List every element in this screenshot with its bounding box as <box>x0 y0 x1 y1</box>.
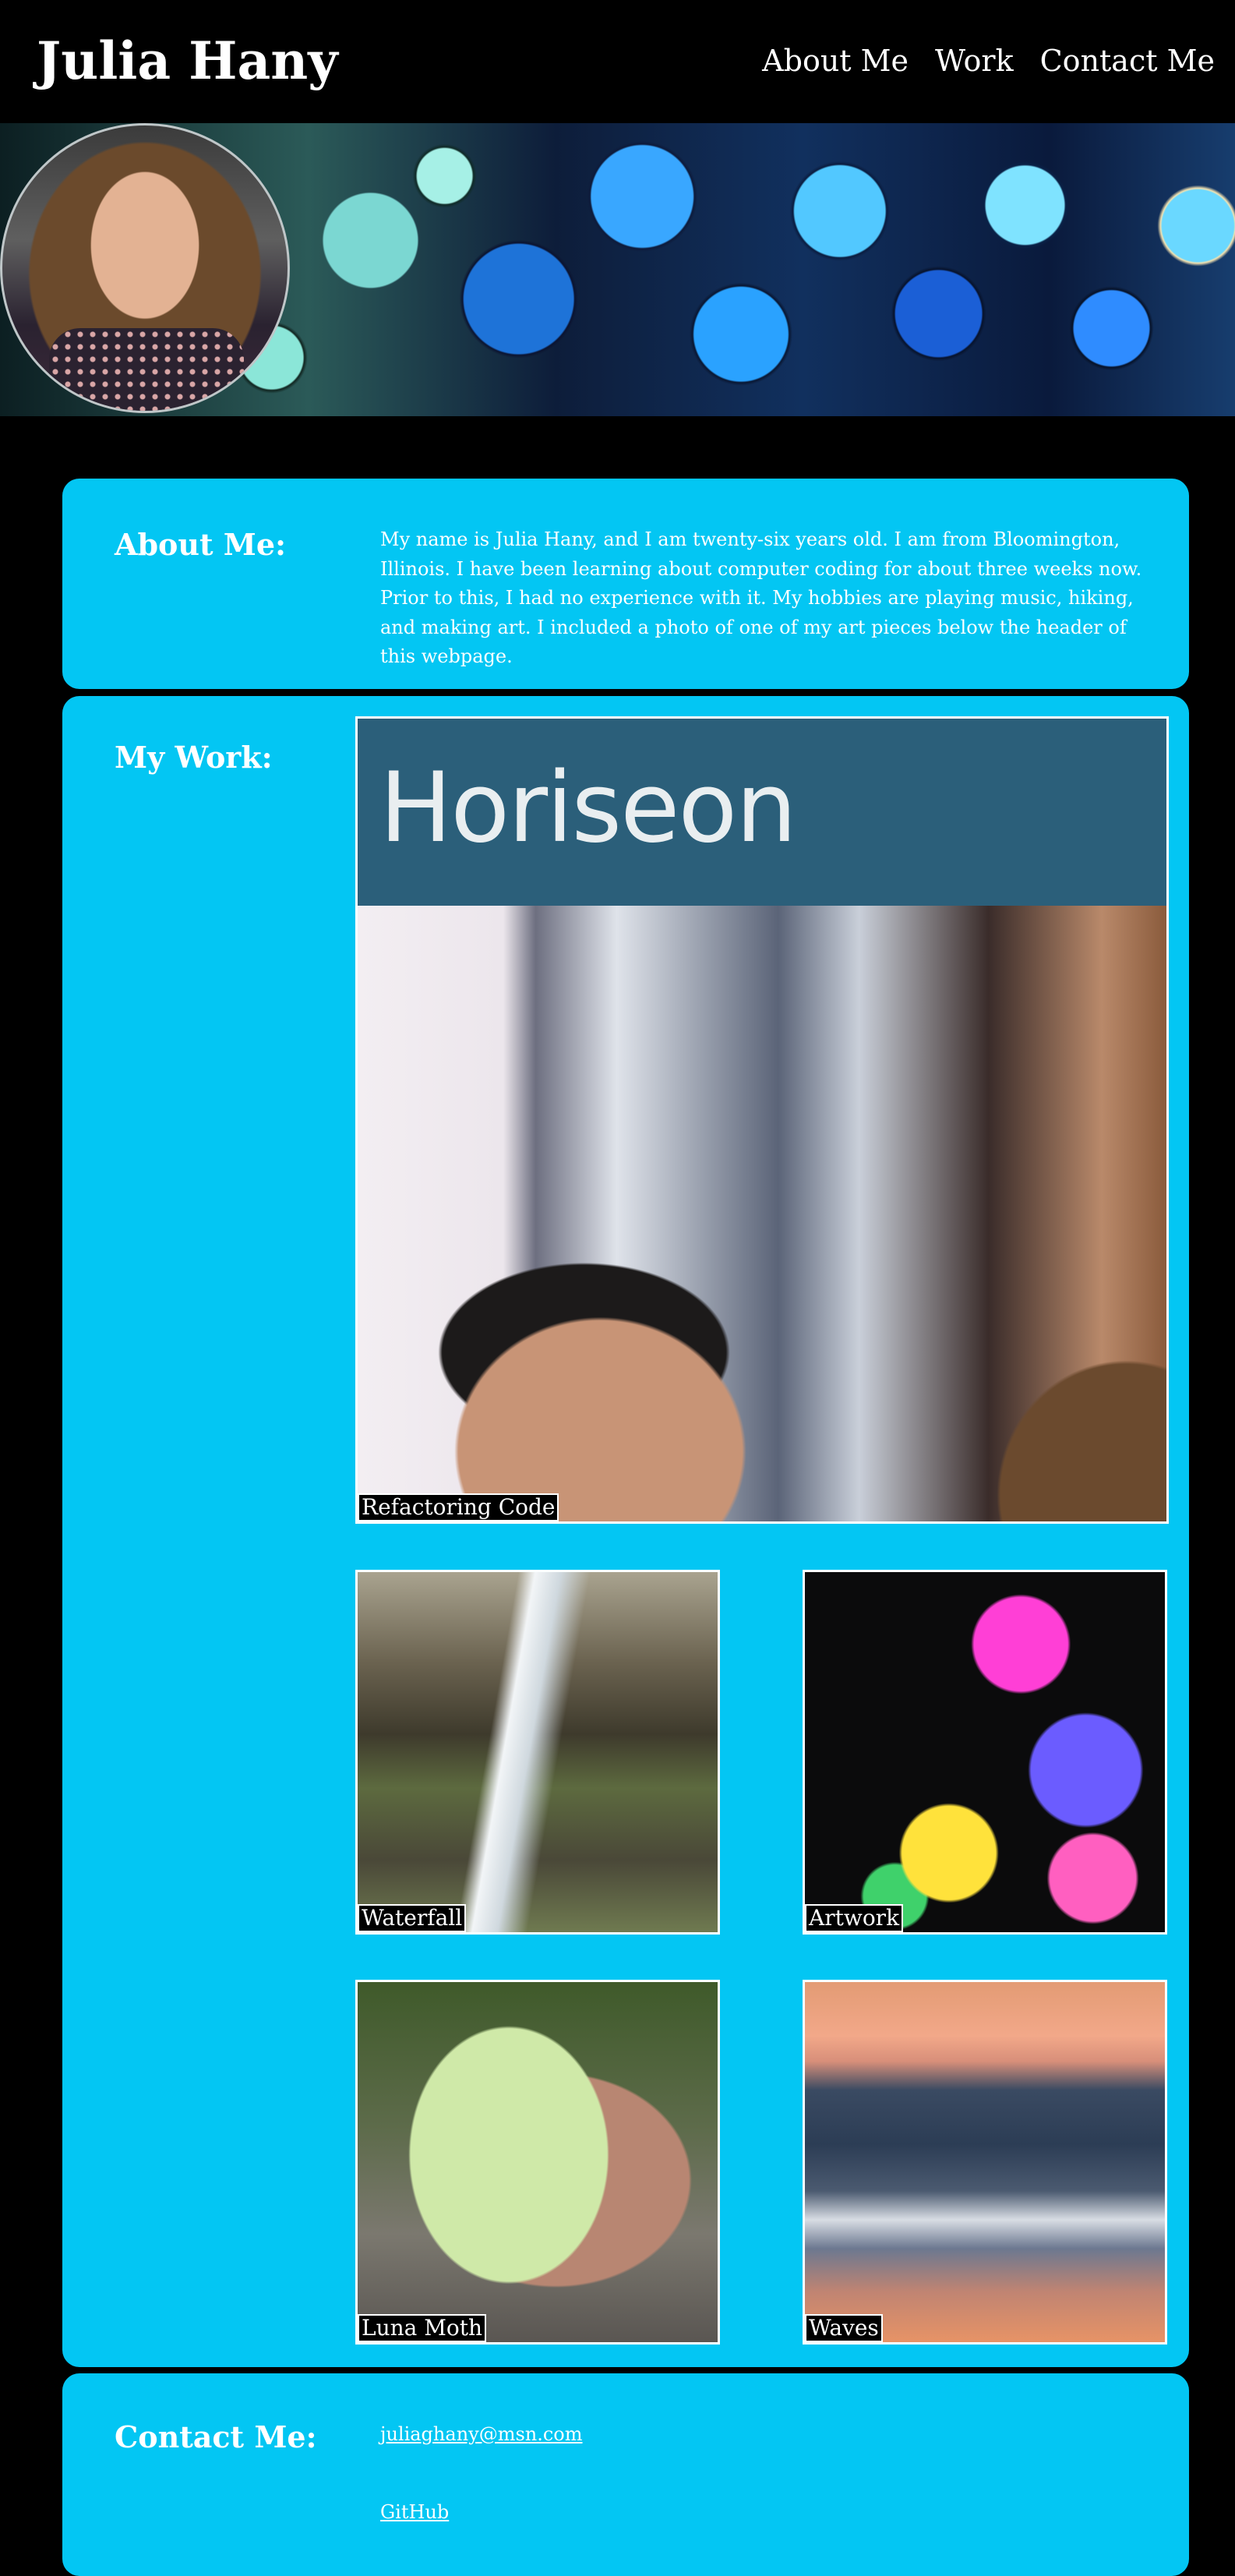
nav-link-contact[interactable]: Contact Me <box>1040 41 1215 81</box>
main-nav: About Me Work Contact Me <box>762 41 1215 81</box>
site-header: Julia Hany About Me Work Contact Me <box>0 0 1235 123</box>
project-card-waves[interactable]: Waves <box>803 1980 1167 2345</box>
github-link[interactable]: GitHub <box>380 2500 449 2524</box>
horiseon-logo: Horiseon <box>379 752 797 864</box>
contact-section: Contact Me: juliaghany@msn.com GitHub <box>62 2373 1189 2576</box>
about-text: My name is Julia Hany, and I am twenty-s… <box>380 528 1142 667</box>
project-card-refactoring-code[interactable]: Horiseon Refactoring Code <box>355 716 1169 1524</box>
about-heading: About Me: <box>115 527 287 562</box>
project-card-waterfall[interactable]: Waterfall <box>355 1570 720 1935</box>
project-label: Waves <box>805 2314 883 2342</box>
work-heading: My Work: <box>115 740 273 775</box>
profile-photo <box>0 123 290 413</box>
project-label: Waterfall <box>358 1904 467 1932</box>
horiseon-header-image: Horiseon <box>358 719 1166 906</box>
work-section: My Work: Horiseon Refactoring Code Water… <box>62 696 1189 2367</box>
contact-heading: Contact Me: <box>115 2419 317 2454</box>
site-title: Julia Hany <box>37 30 338 91</box>
about-section: About Me: My name is Julia Hany, and I a… <box>62 479 1189 689</box>
project-label: Refactoring Code <box>358 1493 559 1521</box>
project-label: Artwork <box>805 1904 904 1932</box>
profile-photo-shirt <box>49 328 244 411</box>
nav-link-about[interactable]: About Me <box>762 41 909 81</box>
project-card-artwork[interactable]: Artwork <box>803 1570 1167 1935</box>
project-label: Luna Moth <box>358 2314 487 2342</box>
email-link[interactable]: juliaghany@msn.com <box>380 2422 583 2446</box>
project-card-luna-moth[interactable]: Luna Moth <box>355 1980 720 2345</box>
horiseon-photo <box>358 906 1166 1521</box>
nav-link-work[interactable]: Work <box>935 41 1014 81</box>
